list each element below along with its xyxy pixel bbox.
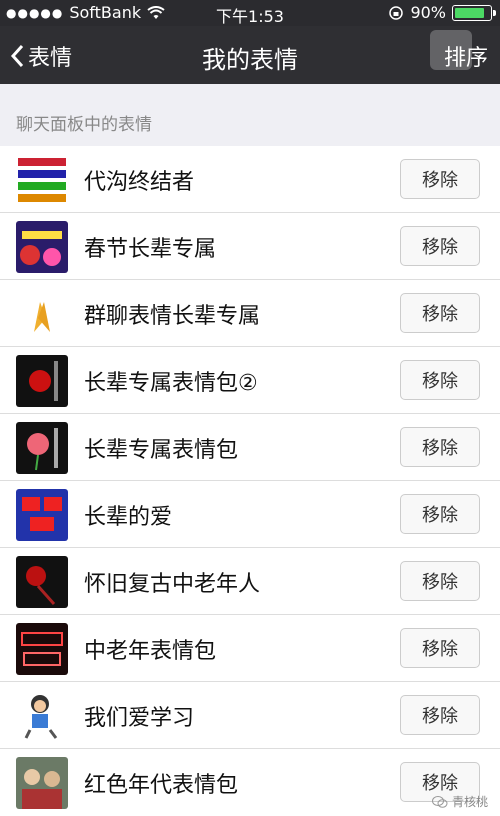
section-header: 聊天面板中的表情: [0, 84, 500, 146]
page-title: 我的表情: [202, 46, 298, 74]
remove-button[interactable]: 移除: [400, 360, 480, 400]
list-item: 长辈专属表情包② 移除: [0, 347, 500, 414]
remove-button[interactable]: 移除: [400, 628, 480, 668]
remove-button[interactable]: 移除: [400, 293, 480, 333]
sticker-pack-name: 怀旧复古中老年人: [84, 572, 261, 597]
sticker-pack-name: 长辈专属表情包: [84, 438, 239, 463]
sticker-pack-name: 长辈专属表情包②: [84, 371, 258, 396]
sticker-pack-name: 长辈的爱: [84, 505, 173, 530]
battery-percent: 90%: [410, 3, 446, 22]
new-year-thumb: [16, 221, 68, 273]
sticker-pack-name: 代沟终结者: [84, 170, 195, 195]
remove-button[interactable]: 移除: [400, 226, 480, 266]
nav-bar: 表情 我的表情 排序: [0, 26, 500, 84]
watermark-text: 青核桃: [451, 795, 488, 809]
list-item: 红色年代表情包 移除: [0, 749, 500, 816]
section-title: 聊天面板中的表情: [16, 115, 152, 135]
love-text-thumb: [16, 489, 68, 541]
sticker-pack-name: 春节长辈专属: [84, 237, 217, 262]
remove-button[interactable]: 移除: [400, 494, 480, 534]
status-right: 90%: [388, 3, 496, 22]
rainbow-text-thumb: [16, 154, 68, 206]
wechat-logo-icon: [431, 795, 448, 808]
list-item: 长辈专属表情包 移除: [0, 414, 500, 481]
pink-rose-thumb: [16, 422, 68, 474]
rotation-lock-icon: [389, 5, 404, 20]
list-item: 春节长辈专属 移除: [0, 213, 500, 280]
battery-icon: [452, 4, 496, 21]
list-item: 怀旧复古中老年人 移除: [0, 548, 500, 615]
cartoon-student-thumb: [16, 690, 68, 742]
dark-rose-thumb: [16, 556, 68, 608]
sticker-pack-name: 群聊表情长辈专属: [84, 304, 261, 329]
list-item: 代沟终结者 移除: [0, 146, 500, 213]
watermark: 青核桃: [431, 793, 488, 810]
sticker-list: 代沟终结者 移除 春节长辈专属 移除 群聊表情长辈专属 移除 长辈专属表情包② 移除 长辈专属表…: [0, 146, 500, 816]
sticker-pack-name: 我们爱学习: [84, 706, 195, 731]
red-rose-thumb: [16, 355, 68, 407]
sticker-pack-name: 红色年代表情包: [84, 773, 239, 798]
list-item: 长辈的爱 移除: [0, 481, 500, 548]
status-bar: ●●●●● SoftBank 下午1:53 90%: [0, 0, 500, 26]
remove-button[interactable]: 移除: [400, 561, 480, 601]
praying-hands-thumb: [16, 288, 68, 340]
retro-photo-thumb: [16, 757, 68, 809]
list-item: 群聊表情长辈专属 移除: [0, 280, 500, 347]
list-item: 中老年表情包 移除: [0, 615, 500, 682]
sort-button[interactable]: 排序: [444, 40, 488, 72]
list-item: 我们爱学习 移除: [0, 682, 500, 749]
remove-button[interactable]: 移除: [400, 159, 480, 199]
battery-fill: [455, 7, 484, 18]
sticker-pack-name: 中老年表情包: [84, 639, 217, 664]
remove-button[interactable]: 移除: [400, 695, 480, 735]
neon-text-thumb: [16, 623, 68, 675]
remove-button[interactable]: 移除: [400, 427, 480, 467]
